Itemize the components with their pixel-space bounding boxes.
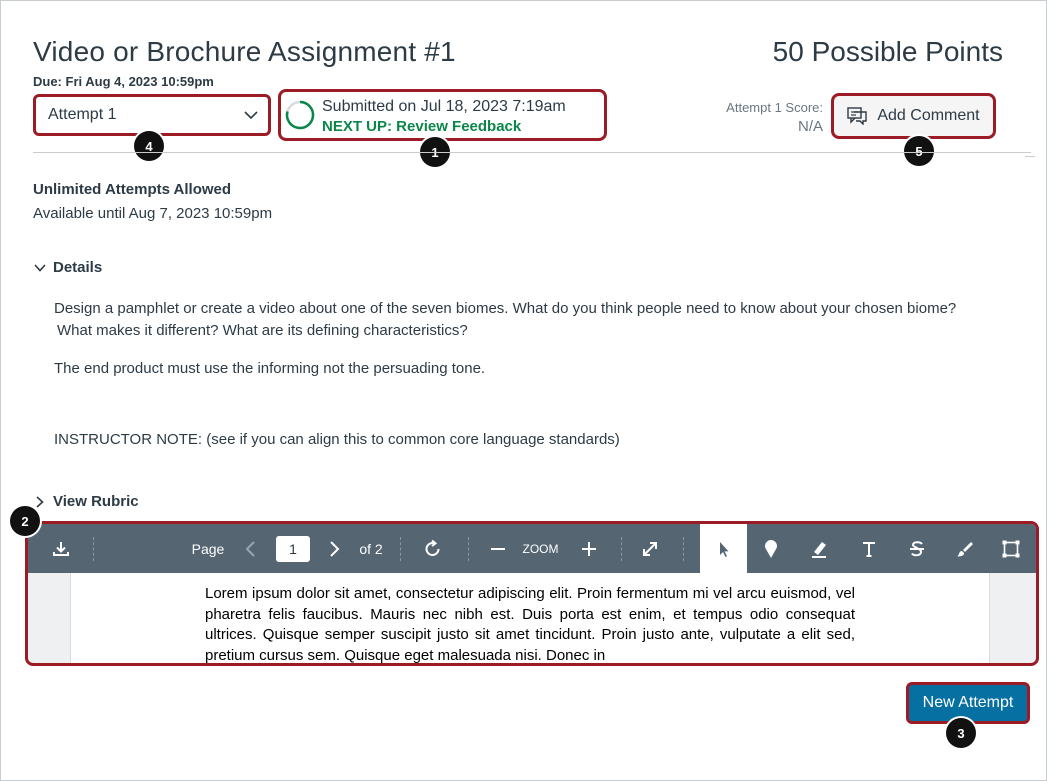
chevron-down-icon xyxy=(34,263,46,272)
zoom-label-text: ZOOM xyxy=(522,541,559,556)
due-date: Due: Fri Aug 4, 2023 10:59pm xyxy=(33,74,214,89)
text-tool-button[interactable] xyxy=(854,524,884,573)
page-total: of 2 xyxy=(351,524,391,573)
cursor-icon xyxy=(719,541,728,557)
next-up-link[interactable]: NEXT UP: Review Feedback xyxy=(322,118,521,135)
chevron-right-icon xyxy=(330,540,340,557)
available-until: Available until Aug 7, 2023 10:59pm xyxy=(33,205,273,222)
chevron-left-icon xyxy=(245,540,255,557)
highlighter-icon xyxy=(812,541,826,558)
zoom-in-button[interactable] xyxy=(574,524,604,573)
pdf-page: Lorem ipsum dolor sit amet, consectetur … xyxy=(70,573,990,664)
download-icon xyxy=(53,541,69,556)
fullscreen-button[interactable] xyxy=(635,524,665,573)
possible-points: 50 Possible Points xyxy=(772,36,1003,67)
attempt-select[interactable]: Attempt 1 xyxy=(33,94,271,136)
minus-icon xyxy=(491,547,505,550)
text-icon xyxy=(863,541,875,557)
description-line-1: Design a pamphlet or create a video abou… xyxy=(54,300,957,317)
details-toggle[interactable]: Details xyxy=(33,259,102,276)
viewer-toolbar: Page 1 of 2 ZOOM xyxy=(28,524,1036,573)
new-attempt-button[interactable]: New Attempt xyxy=(906,682,1030,724)
expand-icon xyxy=(643,541,657,556)
details-label: Details xyxy=(53,259,103,276)
header-divider xyxy=(33,152,1031,153)
zoom-out-button[interactable] xyxy=(483,524,513,573)
callout-badge-2: 2 xyxy=(10,506,40,536)
page-number-value: 1 xyxy=(276,535,310,562)
highlight-tool-button[interactable] xyxy=(804,524,834,573)
toolbar-separator xyxy=(468,537,470,561)
download-button[interactable] xyxy=(46,524,76,573)
document-viewer: Page 1 of 2 ZOOM Lorem ipsum dolor sit a… xyxy=(25,521,1039,666)
strikethrough-icon xyxy=(910,540,924,556)
page-label-text: Page xyxy=(191,540,225,557)
description-paragraph-2: The end product must use the informing n… xyxy=(54,360,486,377)
assignment-title: Video or Brochure Assignment #1 xyxy=(33,36,456,67)
submission-status: Submitted on Jul 18, 2023 7:19am NEXT UP… xyxy=(278,89,607,141)
pdf-body-text: Lorem ipsum dolor sit amet, consectetur … xyxy=(205,585,855,664)
add-comment-label: Add Comment xyxy=(877,107,980,124)
divider-dash xyxy=(1025,156,1035,157)
chevron-right-icon xyxy=(36,495,44,508)
draw-tool-button[interactable] xyxy=(950,524,980,573)
next-page-button[interactable] xyxy=(321,524,347,573)
attempt-select-value: Attempt 1 xyxy=(48,106,117,123)
instructor-note: INSTRUCTOR NOTE: (see if you can align t… xyxy=(54,431,620,448)
view-rubric-label: View Rubric xyxy=(53,493,139,510)
toolbar-separator xyxy=(683,537,685,561)
zoom-label: ZOOM xyxy=(518,524,563,573)
progress-ring-icon xyxy=(285,100,315,130)
paintbrush-icon xyxy=(957,541,973,556)
point-annotation-button[interactable] xyxy=(756,524,786,573)
unlimited-attempts: Unlimited Attempts Allowed xyxy=(33,181,232,198)
plus-icon xyxy=(582,541,596,556)
view-rubric-toggle[interactable]: View Rubric xyxy=(33,493,139,510)
chevron-down-icon xyxy=(244,111,258,120)
toolbar-separator xyxy=(621,537,623,561)
comment-icon xyxy=(847,107,868,125)
page-label: Page xyxy=(188,524,228,573)
callout-badge-3: 3 xyxy=(946,718,976,748)
strikeout-tool-button[interactable] xyxy=(902,524,932,573)
add-comment-button[interactable]: Add Comment xyxy=(831,93,996,139)
toolbar-separator xyxy=(93,537,95,561)
rotate-button[interactable] xyxy=(418,524,448,573)
area-select-icon xyxy=(1002,540,1020,557)
prev-page-button[interactable] xyxy=(238,524,264,573)
submitted-text: Submitted on Jul 18, 2023 7:19am xyxy=(322,98,566,115)
page-number-input[interactable]: 1 xyxy=(273,524,313,573)
rotate-icon xyxy=(425,539,440,556)
area-tool-button[interactable] xyxy=(996,524,1026,573)
description-line-2: What makes it different? What are its de… xyxy=(57,322,468,339)
select-tool-button[interactable] xyxy=(700,524,747,573)
attempt-score-value: N/A xyxy=(797,118,823,135)
toolbar-separator xyxy=(400,537,402,561)
callout-badge-5: 5 xyxy=(904,136,934,166)
page-total-text: of 2 xyxy=(359,540,383,557)
attempt-score-label: Attempt 1 Score: xyxy=(726,100,823,115)
map-pin-icon xyxy=(765,539,777,558)
callout-badge-4: 4 xyxy=(134,131,164,161)
